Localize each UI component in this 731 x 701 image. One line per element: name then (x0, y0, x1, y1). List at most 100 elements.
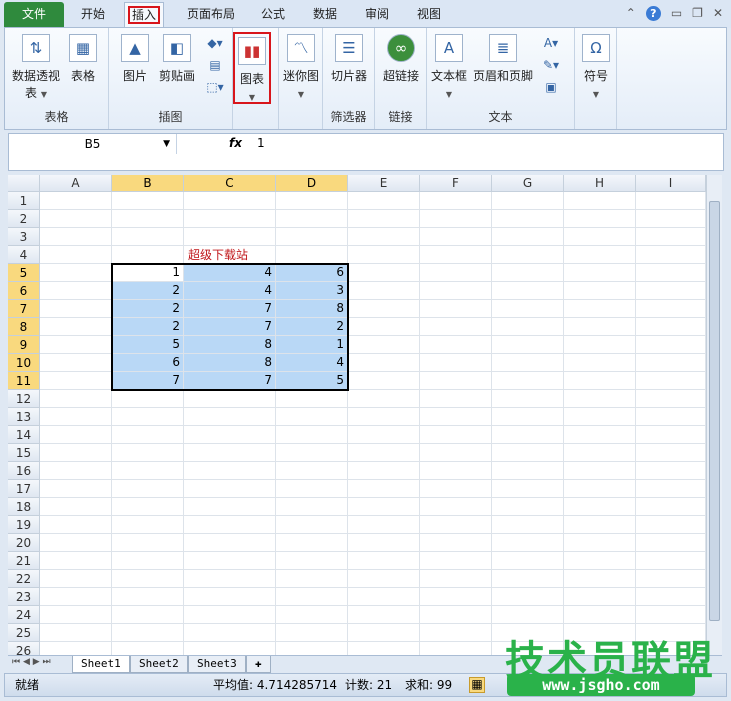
cell[interactable] (420, 570, 492, 588)
cell[interactable] (184, 210, 276, 228)
cell[interactable] (348, 588, 420, 606)
cell[interactable] (492, 228, 564, 246)
cell[interactable] (492, 264, 564, 282)
cell[interactable] (276, 210, 348, 228)
cell[interactable] (348, 336, 420, 354)
tab-1[interactable]: 开始 (68, 2, 118, 28)
picture-button[interactable]: ▲ 图片 (115, 34, 155, 85)
cell[interactable] (492, 246, 564, 264)
row-header[interactable]: 13 (8, 408, 40, 426)
row-header[interactable]: 6 (8, 282, 40, 300)
minimize-icon[interactable]: ▭ (671, 6, 682, 21)
screenshot-icon[interactable]: ⬚▾ (206, 80, 223, 94)
cell[interactable] (348, 228, 420, 246)
cell[interactable] (184, 228, 276, 246)
hyperlink-button[interactable]: ∞ 超链接 (379, 34, 423, 85)
cell[interactable] (564, 228, 636, 246)
cell[interactable] (564, 534, 636, 552)
cell[interactable] (564, 588, 636, 606)
formula-input[interactable]: 1 (257, 136, 265, 150)
signature-icon[interactable]: ✎▾ (543, 58, 559, 72)
cell[interactable] (636, 354, 706, 372)
row-header[interactable]: 4 (8, 246, 40, 264)
cell[interactable] (184, 462, 276, 480)
cell[interactable] (348, 642, 420, 655)
column-header[interactable]: H (564, 175, 636, 192)
cell[interactable] (492, 426, 564, 444)
row-header[interactable]: 18 (8, 498, 40, 516)
cell[interactable] (492, 606, 564, 624)
cell[interactable] (564, 570, 636, 588)
cell[interactable] (40, 462, 112, 480)
cell[interactable] (40, 246, 112, 264)
row-header[interactable]: 3 (8, 228, 40, 246)
cell[interactable] (492, 534, 564, 552)
cell[interactable] (184, 480, 276, 498)
cell[interactable] (348, 426, 420, 444)
cell[interactable] (348, 300, 420, 318)
cell[interactable] (112, 534, 184, 552)
row-header[interactable]: 1 (8, 192, 40, 210)
cell[interactable] (564, 246, 636, 264)
cell[interactable] (636, 300, 706, 318)
cell[interactable] (564, 264, 636, 282)
cell[interactable] (564, 210, 636, 228)
cell[interactable] (112, 480, 184, 498)
cell[interactable] (420, 372, 492, 390)
cell[interactable] (348, 498, 420, 516)
cell[interactable] (184, 192, 276, 210)
cell[interactable] (40, 480, 112, 498)
cell[interactable] (40, 534, 112, 552)
cell[interactable] (40, 192, 112, 210)
cell[interactable] (636, 570, 706, 588)
cell[interactable] (348, 534, 420, 552)
shapes-button[interactable]: ◆▾ ▤ ⬚▾ (203, 32, 227, 98)
cell[interactable] (276, 606, 348, 624)
cell[interactable] (348, 462, 420, 480)
cell[interactable] (492, 300, 564, 318)
row-header[interactable]: 25 (8, 624, 40, 642)
cell[interactable] (492, 588, 564, 606)
name-box[interactable]: B5 ▼ (9, 134, 177, 154)
cell[interactable] (112, 390, 184, 408)
column-header[interactable]: G (492, 175, 564, 192)
cell[interactable] (636, 246, 706, 264)
cell[interactable] (276, 642, 348, 655)
column-header[interactable]: C (184, 175, 276, 192)
cell[interactable] (564, 408, 636, 426)
cell[interactable] (420, 534, 492, 552)
cell[interactable] (276, 480, 348, 498)
pivot-table-button[interactable]: ⇅ 数据透视表 ▼ (11, 34, 61, 103)
cell[interactable] (636, 282, 706, 300)
cell[interactable] (492, 552, 564, 570)
cell[interactable] (348, 570, 420, 588)
cell[interactable] (636, 408, 706, 426)
cell[interactable] (276, 588, 348, 606)
cell[interactable] (40, 498, 112, 516)
cell[interactable] (348, 282, 420, 300)
spreadsheet-grid[interactable]: A B C D E F G H I 1 2 3 4 5 1 4 6 6 2 4 3 7 2 7 8 8 2 7 2 9 5 8 1 10 6 8 4 11… (8, 175, 706, 655)
cell[interactable] (492, 570, 564, 588)
cell[interactable] (492, 462, 564, 480)
cell[interactable] (40, 588, 112, 606)
cell[interactable] (492, 516, 564, 534)
column-header[interactable]: F (420, 175, 492, 192)
cell[interactable] (420, 210, 492, 228)
cell[interactable] (112, 444, 184, 462)
cell[interactable] (420, 192, 492, 210)
cell[interactable] (564, 192, 636, 210)
cell[interactable] (420, 282, 492, 300)
cell[interactable] (276, 408, 348, 426)
cell[interactable] (276, 624, 348, 642)
column-header[interactable]: I (636, 175, 706, 192)
tab-5[interactable]: 数据 (302, 2, 348, 28)
cell[interactable] (636, 552, 706, 570)
select-all-corner[interactable] (8, 175, 40, 192)
cell[interactable] (40, 228, 112, 246)
cell[interactable] (276, 426, 348, 444)
cell[interactable] (492, 282, 564, 300)
cell[interactable] (276, 462, 348, 480)
column-header[interactable]: A (40, 175, 112, 192)
cell[interactable] (112, 228, 184, 246)
cell[interactable] (564, 336, 636, 354)
